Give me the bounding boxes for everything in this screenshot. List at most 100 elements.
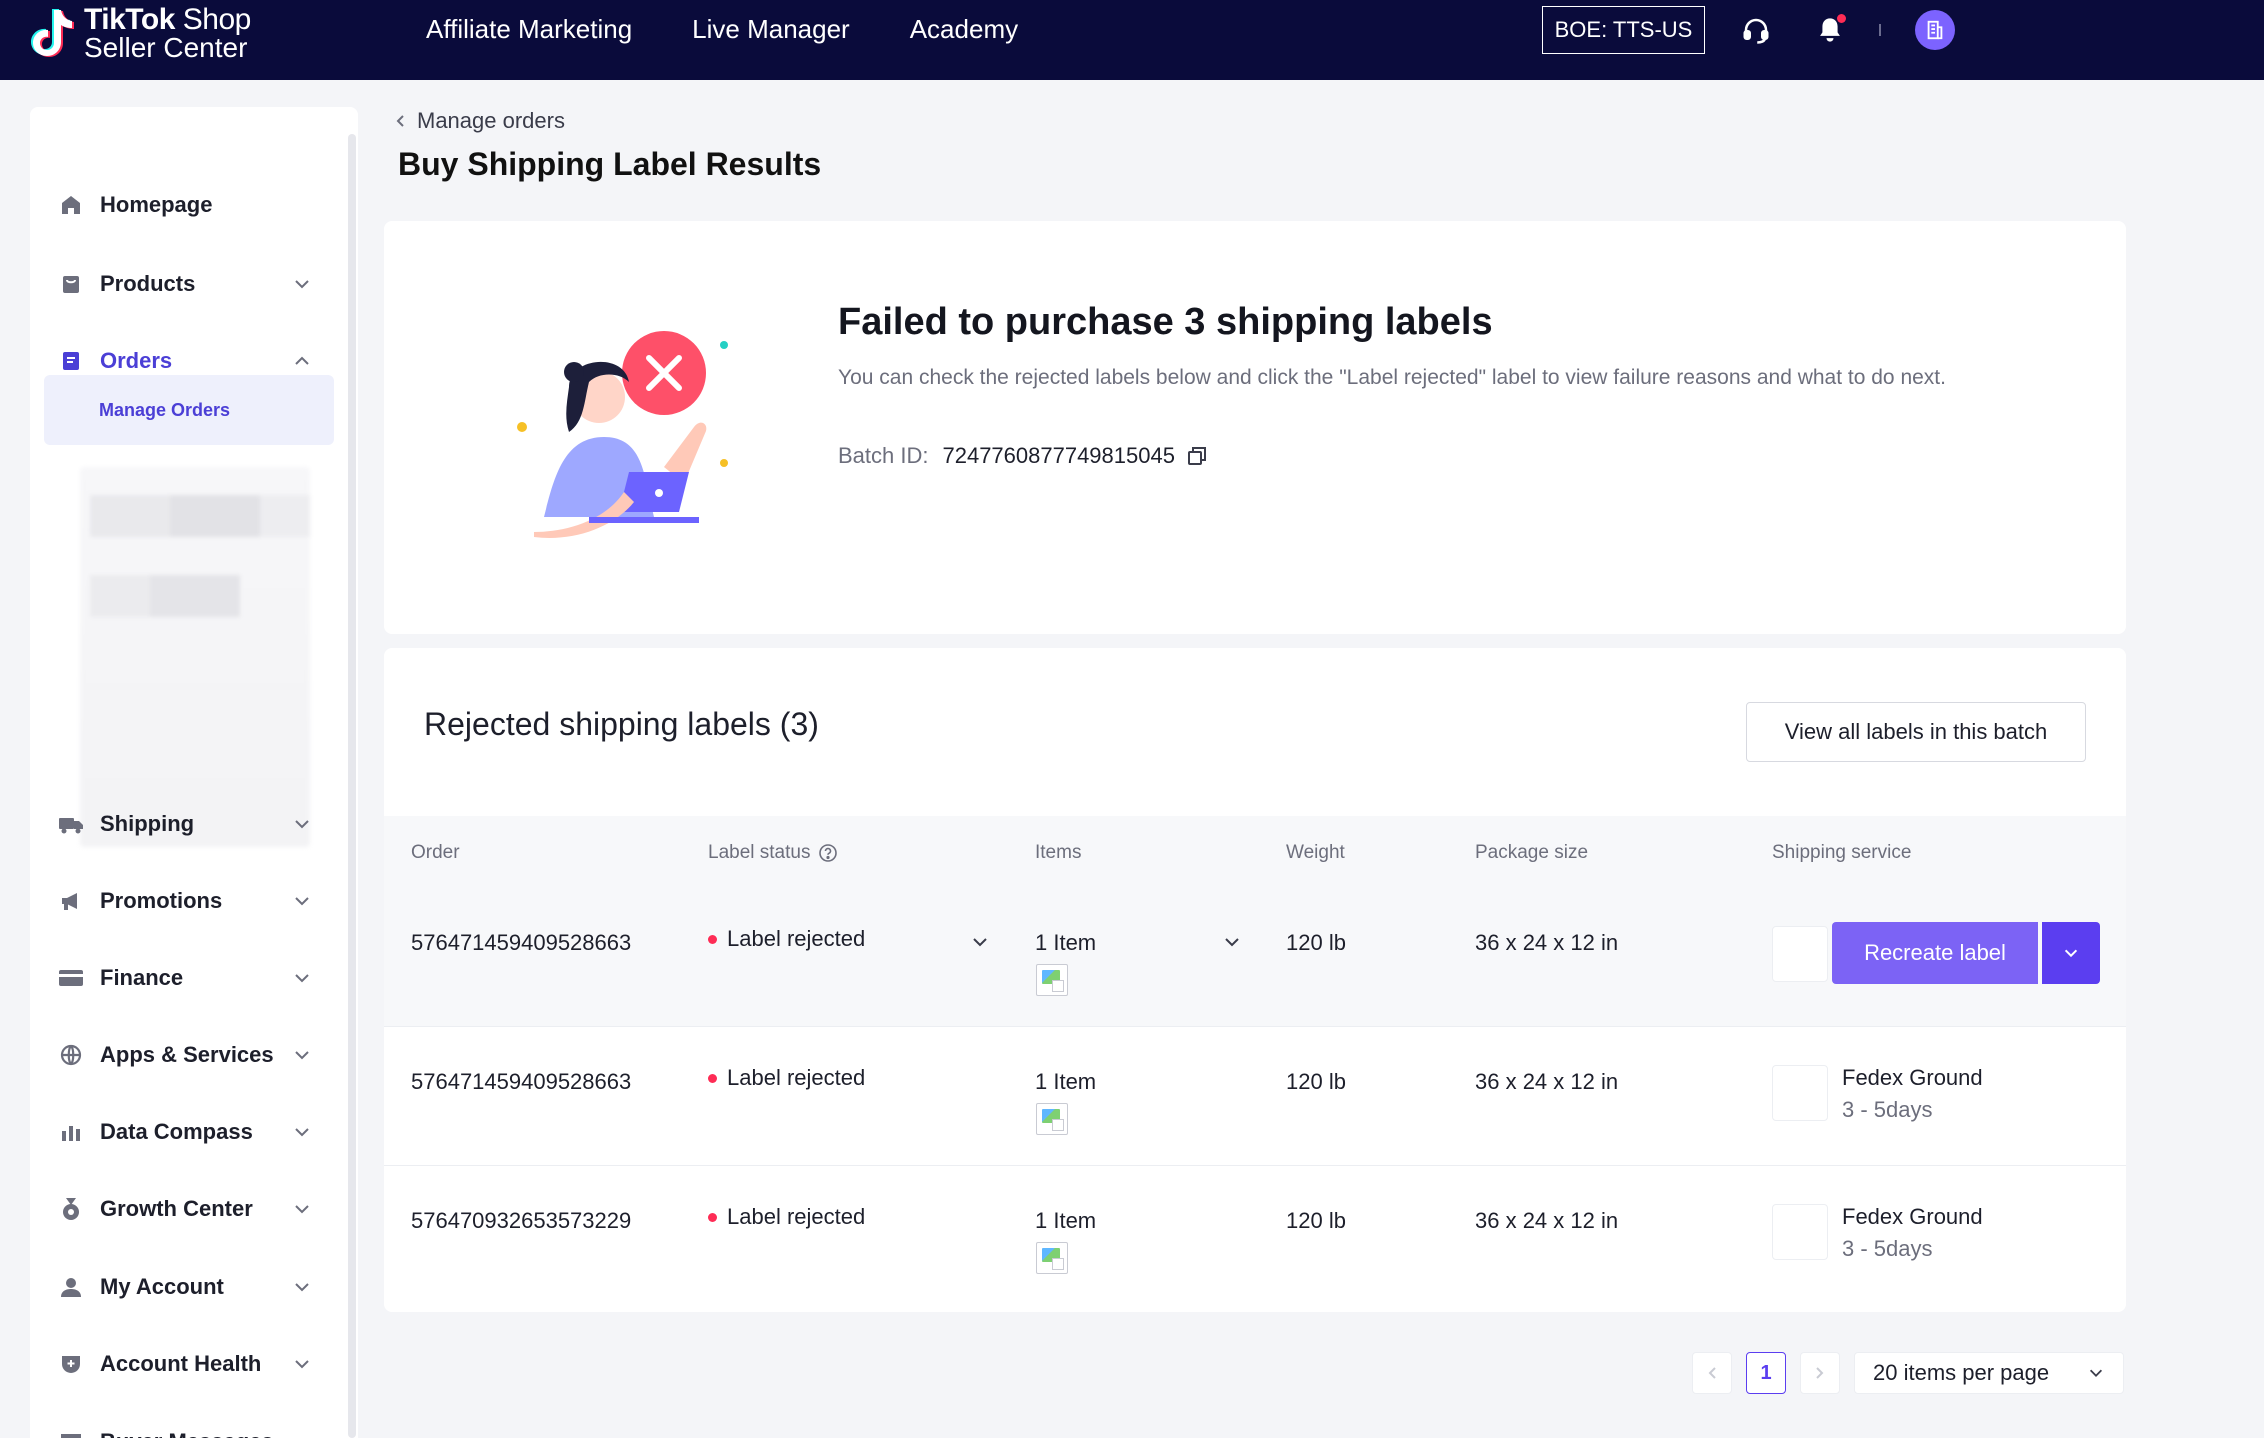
sidebar-subitem-manage-orders[interactable]: Manage Orders <box>44 375 334 445</box>
product-thumbnail <box>1036 1103 1068 1135</box>
sidebar-item-products[interactable]: Products <box>30 254 358 314</box>
chevron-left-icon <box>396 115 404 127</box>
sidebar-item-shipping[interactable]: Shipping <box>30 794 358 854</box>
sidebar-item-label: My Account <box>100 1274 224 1299</box>
chevron-down-icon <box>2089 1369 2103 1377</box>
shipping-service-logo <box>1772 926 1828 982</box>
sidebar-item-finance[interactable]: Finance <box>30 948 358 1008</box>
help-icon[interactable] <box>818 843 838 863</box>
copy-icon[interactable] <box>1185 444 1209 468</box>
sidebar-subitem-label: Manage Orders <box>99 399 231 420</box>
table-header: Order Label status Items Weight Package … <box>384 816 2126 888</box>
chevron-down-icon <box>295 820 309 829</box>
shipping-service-name: Fedex Ground <box>1842 1065 1983 1090</box>
nav-live-manager[interactable]: Live Manager <box>692 14 850 45</box>
chart-icon <box>58 1119 84 1145</box>
sidebar-item-apps-services[interactable]: Apps & Services <box>30 1025 358 1085</box>
package-size: 36 x 24 x 12 in <box>1475 930 1619 955</box>
table-row: 576470932653573229 Label rejected 1 Item… <box>384 1166 2126 1305</box>
sidebar-item-label: Account Health <box>100 1351 262 1376</box>
order-id: 576471459409528663 <box>411 930 632 955</box>
sidebar-item-data-compass[interactable]: Data Compass <box>30 1102 358 1162</box>
items-count: 1 Item <box>1035 930 1097 955</box>
sidebar-item-homepage[interactable]: Homepage <box>30 175 358 235</box>
sidebar-item-label: Products <box>100 271 196 296</box>
label-status-badge[interactable]: Label rejected <box>708 1204 865 1230</box>
bell-icon[interactable] <box>1812 12 1848 48</box>
label-status-badge[interactable]: Label rejected <box>708 926 865 952</box>
chevron-down-icon <box>295 1283 309 1292</box>
shield-icon <box>58 1351 84 1377</box>
sidebar-item-label: Homepage <box>100 192 213 217</box>
headset-icon[interactable] <box>1738 12 1774 48</box>
nav-affiliate-marketing[interactable]: Affiliate Marketing <box>426 14 632 45</box>
recreate-label-dropdown-button[interactable] <box>2042 922 2100 984</box>
column-header-shipping-service: Shipping service <box>1772 842 1912 863</box>
megaphone-icon <box>58 888 84 914</box>
sidebar-item-promotions[interactable]: Promotions <box>30 871 358 931</box>
failure-description: You can check the rejected labels below … <box>838 366 1946 389</box>
chevron-down-icon <box>295 1205 309 1214</box>
avatar[interactable] <box>1915 10 1955 50</box>
sidebar-item-growth-center[interactable]: Growth Center <box>30 1179 358 1239</box>
truck-icon <box>58 811 84 837</box>
chat-icon <box>58 1429 84 1438</box>
column-header-weight: Weight <box>1286 842 1345 863</box>
shipping-service-name: Fedex Ground <box>1842 1204 1983 1229</box>
tiktok-logo-icon <box>30 6 76 62</box>
logo-subtitle: Seller Center <box>84 32 248 63</box>
batch-id-label: Batch ID: <box>838 443 929 468</box>
sidebar: Homepage Products Orders Manage Orders S… <box>30 107 358 1438</box>
package-size: 36 x 24 x 12 in <box>1475 1208 1619 1233</box>
product-thumbnail <box>1036 964 1068 996</box>
shipping-service-logo <box>1772 1065 1828 1121</box>
bag-icon <box>58 271 84 297</box>
prev-page-button[interactable] <box>1692 1352 1732 1394</box>
column-header-items: Items <box>1035 842 1082 863</box>
nav-academy[interactable]: Academy <box>910 14 1018 45</box>
shipping-service-logo <box>1772 1204 1828 1260</box>
globe-icon <box>58 1042 84 1068</box>
package-size: 36 x 24 x 12 in <box>1475 1069 1619 1094</box>
home-icon <box>58 192 84 218</box>
failure-illustration <box>514 317 754 557</box>
shipping-service-days: 3 - 5days <box>1842 1236 1933 1261</box>
weight: 120 lb <box>1286 1208 1346 1233</box>
label-status-badge[interactable]: Label rejected <box>708 1065 865 1091</box>
order-id: 576470932653573229 <box>411 1208 632 1233</box>
region-selector-button[interactable]: BOE: TTS-US <box>1542 6 1705 54</box>
chevron-down-icon[interactable] <box>1222 932 1242 952</box>
column-header-label: Label status <box>708 842 811 863</box>
next-page-button[interactable] <box>1800 1352 1840 1394</box>
label-status-text: Label rejected <box>727 1065 866 1090</box>
shipping-service-days: 3 - 5days <box>1842 1097 1933 1122</box>
page-number-button[interactable]: 1 <box>1746 1352 1786 1394</box>
chevron-right-icon <box>1816 1367 1824 1379</box>
notification-dot <box>1837 14 1846 23</box>
recreate-label-button[interactable]: Recreate label <box>1832 922 2038 984</box>
breadcrumb[interactable]: Manage orders <box>393 108 565 134</box>
chevron-down-icon[interactable] <box>970 932 990 952</box>
chevron-down-icon <box>295 974 309 983</box>
sidebar-scrollbar[interactable] <box>348 134 356 1438</box>
items-per-page-select[interactable]: 20 items per page <box>1854 1352 2124 1394</box>
sidebar-item-my-account[interactable]: My Account <box>30 1257 358 1317</box>
label-status-text: Label rejected <box>727 1204 866 1229</box>
sidebar-item-label: Finance <box>100 965 184 990</box>
logo-text: TikTok Shop Seller Center <box>84 5 251 63</box>
product-thumbnail <box>1036 1242 1068 1274</box>
status-dot <box>708 934 717 944</box>
top-bar: TikTok Shop Seller Center Affiliate Mark… <box>0 0 2264 80</box>
tiktok-shop-logo[interactable]: TikTok Shop Seller Center <box>30 5 251 63</box>
batch-id-row: Batch ID: 7247760877749815045 <box>838 443 1209 469</box>
label-status-text: Label rejected <box>727 926 866 951</box>
sidebar-item-account-health[interactable]: Account Health <box>30 1334 358 1394</box>
page-title: Buy Shipping Label Results <box>398 146 822 182</box>
order-id: 576471459409528663 <box>411 1069 632 1094</box>
divider <box>1879 24 1881 36</box>
view-all-labels-button[interactable]: View all labels in this batch <box>1746 702 2086 762</box>
items-per-page-value: 20 items per page <box>1873 1360 2050 1385</box>
items-count: 1 Item <box>1035 1069 1097 1094</box>
sidebar-item-buyer-messages[interactable]: Buyer Messages <box>30 1412 358 1438</box>
items-count: 1 Item <box>1035 1208 1097 1233</box>
